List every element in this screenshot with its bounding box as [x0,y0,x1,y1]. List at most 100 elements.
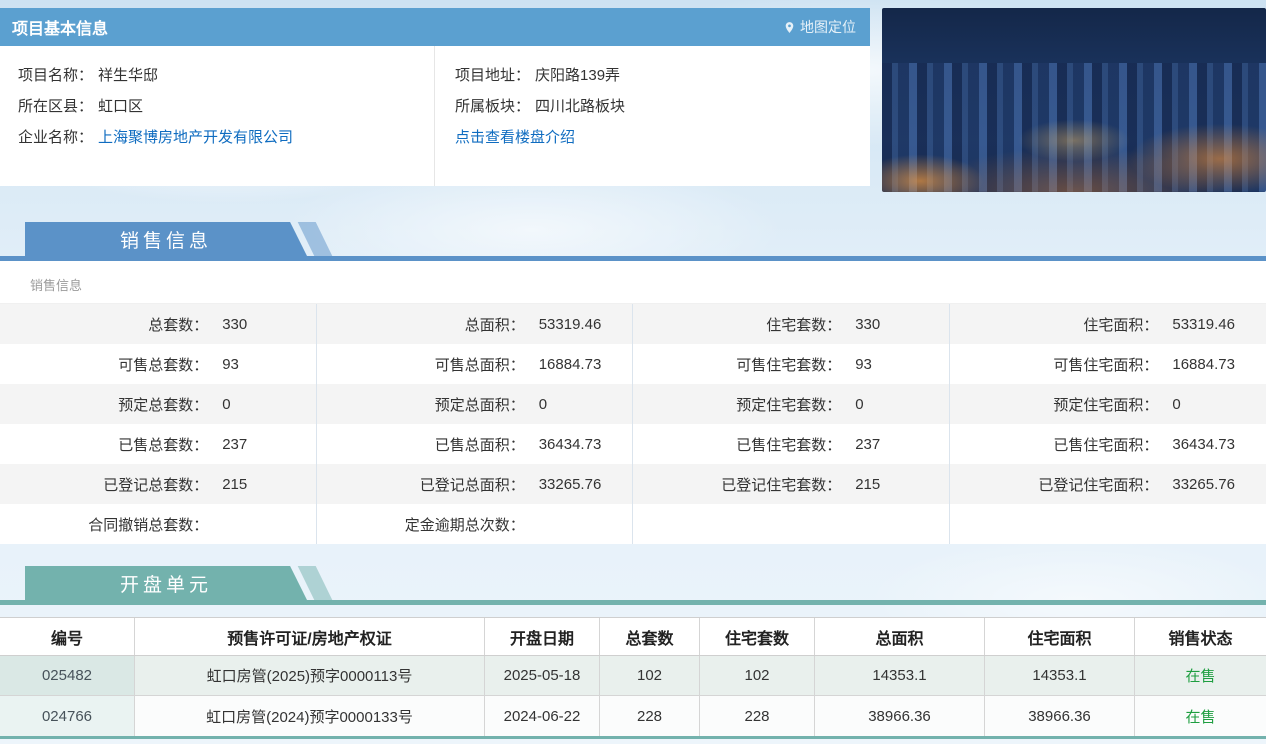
sales-row: 预定总套数： 0 预定总面积：0预定住宅套数： 0 预定住宅面积：0 [0,384,1266,424]
sales-cell-value: 53319.46 [539,316,602,333]
units-cell: 228 [600,696,700,736]
project-info-panel: 项目基本信息 地图定位 项目名称：祥生华邸所在区县：虹口区企业名称：上海聚博房地… [0,8,870,192]
info-col-left: 项目名称：祥生华邸所在区县：虹口区企业名称：上海聚博房地产开发有限公司 [0,46,435,186]
sales-row: 已售总套数：237已售总面积：36434.73已售住宅套数：237已售住宅面积：… [0,424,1266,464]
sales-cell-label: 预定总面积： [317,394,525,415]
sales-cell-label: 已售总套数： [0,434,208,455]
project-info-body: 项目名称：祥生华邸所在区县：虹口区企业名称：上海聚博房地产开发有限公司 项目地址… [0,46,870,186]
map-locate-link[interactable]: 地图定位 [783,17,856,37]
sales-cell-value: 237 [222,436,247,453]
info-row: 项目地址：庆阳路139弄 [455,59,870,90]
info-col-right: 项目地址：庆阳路139弄所属板块：四川北路板块点击查看楼盘介绍 [435,46,870,186]
sales-row: 总套数：330总面积：53319.46住宅套数：330住宅面积：53319.46 [0,304,1266,344]
sales-section-banner: 销售信息 [25,222,307,256]
units-ribbon-line [0,600,1266,605]
top-section: 项目基本信息 地图定位 项目名称：祥生华邸所在区县：虹口区企业名称：上海聚博房地… [0,8,1266,192]
sales-table: 销售信息 总套数：330总面积：53319.46住宅套数：330住宅面积：533… [0,261,1266,544]
sales-cell-label: 可售总面积： [317,354,525,375]
sales-cell-label: 已登记住宅面积： [950,474,1159,495]
sales-cell-label: 预定总套数： [0,394,208,415]
units-cell: 虹口房管(2024)预字0000133号 [135,696,485,736]
units-header-cell: 总套数 [600,618,700,655]
info-field-value: 庆阳路139弄 [535,64,620,85]
sales-cell-label: 已登记住宅套数： [633,474,841,495]
sales-cell-label: 可售总套数： [0,354,208,375]
units-header-cell: 开盘日期 [485,618,600,655]
info-row: 所属板块：四川北路板块 [455,90,870,121]
sales-cell: 定金逾期总次数： [317,504,634,544]
units-section-ribbon: 开盘单元 [0,566,1266,605]
sales-cell-value: 33265.76 [539,476,602,493]
sales-cell: 已登记住宅面积：33265.76 [950,464,1266,504]
page: 项目基本信息 地图定位 项目名称：祥生华邸所在区县：虹口区企业名称：上海聚博房地… [0,0,1266,739]
sales-cell-label: 合同撤销总套数： [0,514,208,535]
sales-cell-label: 可售住宅面积： [950,354,1159,375]
sales-cell: 已登记总面积：33265.76 [317,464,634,504]
sales-cell [633,504,950,544]
sales-cell-value: 36434.73 [539,436,602,453]
units-cell: 228 [700,696,815,736]
units-cell-status: 在售 [1135,696,1266,736]
sales-cell-label: 预定住宅套数： [633,394,841,415]
info-field-value: 祥生华邸 [98,64,158,85]
units-header-cell: 住宅面积 [985,618,1135,655]
units-cell: 38966.36 [815,696,985,736]
sales-cell: 预定总套数： 0 [0,384,317,424]
sales-cell-label: 可售住宅套数： [633,354,841,375]
project-photo [882,8,1266,192]
sales-cell-label: 已登记总套数： [0,474,208,495]
sales-cell: 已登记总套数： 215 [0,464,317,504]
sales-cell-value: 0 [855,396,863,413]
units-cell: 102 [600,656,700,695]
sales-cell: 预定住宅套数： 0 [633,384,950,424]
sales-cell-value: 16884.73 [539,356,602,373]
sales-cell-label: 总面积： [317,314,525,335]
info-row: 点击查看楼盘介绍 [455,121,870,152]
units-section-banner: 开盘单元 [25,566,307,600]
units-row: 024766虹口房管(2024)预字0000133号2024-06-222282… [0,696,1266,736]
info-field-value: 四川北路板块 [535,95,625,116]
units-cell-id: 024766 [0,696,135,736]
sales-cell: 预定住宅面积：0 [950,384,1266,424]
sales-cell-label: 已售总面积： [317,434,525,455]
sales-cell: 可售住宅套数：93 [633,344,950,384]
sales-cell-label: 已售住宅套数： [633,434,841,455]
info-field-link[interactable]: 上海聚博房地产开发有限公司 [98,126,293,147]
sales-cell-value: 215 [222,476,247,493]
sales-cell-label: 总套数： [0,314,208,335]
units-header-cell: 住宅套数 [700,618,815,655]
sales-cell: 住宅套数：330 [633,304,950,344]
sales-cell: 可售总面积： 16884.73 [317,344,634,384]
sales-row: 合同撤销总套数： 定金逾期总次数： [0,504,1266,544]
info-field-link[interactable]: 点击查看楼盘介绍 [455,126,575,147]
info-field-value: 虹口区 [98,95,143,116]
info-field-label: 企业名称： [18,126,93,147]
units-header-row: 编号预售许可证/房地产权证开盘日期总套数住宅套数总面积住宅面积销售状态 [0,618,1266,656]
sales-cell-value: 53319.46 [1172,316,1235,333]
sales-table-body: 总套数：330总面积：53319.46住宅套数：330住宅面积：53319.46… [0,304,1266,544]
sales-cell: 预定总面积：0 [317,384,634,424]
units-cell-id: 025482 [0,656,135,695]
units-header-cell: 编号 [0,618,135,655]
sales-cell-value: 36434.73 [1172,436,1235,453]
sales-cell-label: 住宅套数： [633,314,841,335]
sales-ribbon-line [0,256,1266,261]
map-locate-label: 地图定位 [800,17,856,37]
units-cell: 102 [700,656,815,695]
sales-cell-value: 16884.73 [1172,356,1235,373]
units-table-body: 025482虹口房管(2025)预字0000113号2025-05-181021… [0,656,1266,736]
sales-section-title: 销售信息 [120,226,212,253]
units-cell: 2024-06-22 [485,696,600,736]
project-info-title: 项目基本信息 [12,15,108,39]
sales-cell-value: 215 [855,476,880,493]
sales-cell-value: 330 [222,316,247,333]
sales-cell-label: 已售住宅面积： [950,434,1159,455]
sales-cell-value: 0 [222,396,230,413]
units-header-cell: 销售状态 [1135,618,1266,655]
units-cell: 虹口房管(2025)预字0000113号 [135,656,485,695]
units-header-cell: 预售许可证/房地产权证 [135,618,485,655]
sales-row: 已登记总套数： 215 已登记总面积：33265.76已登记住宅套数： 215 已登记住… [0,464,1266,504]
units-cell: 2025-05-18 [485,656,600,695]
info-field-label: 所在区县： [18,95,93,116]
sales-section-ribbon: 销售信息 [0,222,1266,261]
